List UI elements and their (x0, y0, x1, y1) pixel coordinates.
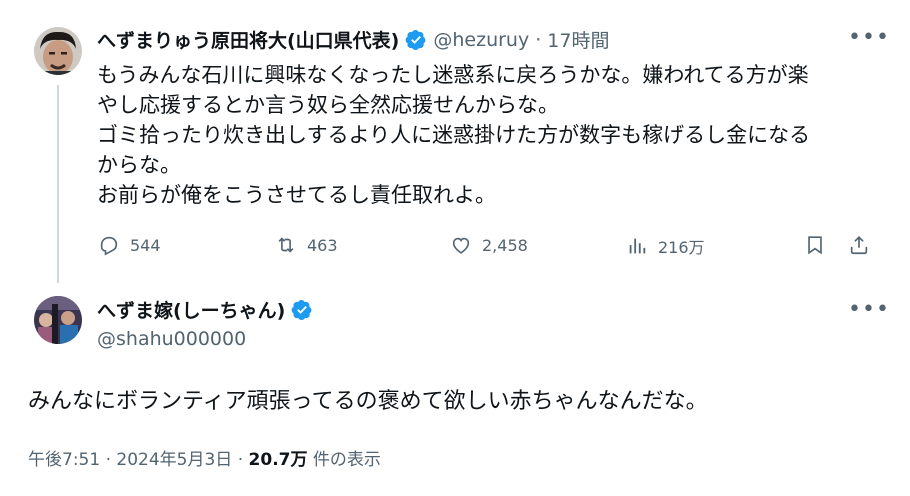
tweet1-handle[interactable]: @hezuruy (433, 29, 529, 51)
reply-button[interactable]: 544 (98, 234, 161, 256)
avatar-image (34, 296, 82, 344)
tweet2-view-label: 件の表示 (312, 450, 381, 470)
more-icon[interactable]: ••• (848, 299, 890, 321)
tweet2-handle[interactable]: @shahu000000 (97, 328, 246, 350)
like-count: 2,458 (482, 235, 528, 255)
tweet1-line-3: ゴミ拾ったり炊き出しするより人に迷惑掛けた方が数字も稼げるし金になる (97, 123, 811, 147)
bookmark-icon (808, 236, 822, 255)
tweet2-time[interactable]: 午後7:51 (28, 450, 100, 470)
meta-separator: · (105, 450, 111, 470)
tweet2-date[interactable]: 2024年5月3日 (116, 450, 232, 470)
like-icon (452, 237, 470, 254)
tweet1-header: へずまりゅう原田将大(山口県代表) @hezuruy · 17時間 (97, 26, 609, 53)
bookmark-button[interactable] (804, 234, 826, 260)
tweet1-line-4: からな。 (97, 153, 181, 177)
views-button[interactable]: 216万 (626, 234, 705, 258)
tweet1-line-1: もうみんな石川に興味なくなったし迷惑系に戻ろうかな。嫌われてる方が楽 (97, 63, 809, 87)
tweet1-time[interactable]: 17時間 (547, 26, 609, 53)
retweet-count: 463 (307, 235, 338, 255)
reply-count: 544 (130, 235, 161, 255)
more-icon[interactable]: ••• (848, 27, 890, 49)
views-count: 216万 (658, 238, 705, 257)
tweet2-author-name[interactable]: へずま嫁(しーちゃん) (97, 296, 285, 323)
tweet2-text: みんなにボランティア頑張ってるの褒めて欲しい赤ちゃんなんだな。 (28, 389, 708, 414)
verified-badge-icon[interactable] (291, 299, 313, 321)
meta-separator: · (237, 450, 244, 470)
tweet1-line-2: やし応援するとか言う奴ら全然応援せんからな。 (97, 93, 559, 117)
tweet2-meta: 午後7:51 · 2024年5月3日 · 20.7万 件の表示 (28, 445, 381, 470)
share-icon (850, 236, 868, 255)
share-button[interactable] (848, 234, 870, 260)
tweet1-body: もうみんな石川に興味なくなったし迷惑系に戻ろうかな。嫌われてる方が楽 やし応援す… (97, 60, 887, 210)
tweet1-author-name[interactable]: へずまりゅう原田将大(山口県代表) (97, 26, 399, 53)
retweet-button[interactable]: 463 (275, 234, 338, 256)
tweet1-separator: · (535, 28, 542, 51)
reply-icon (100, 236, 118, 256)
tweet2-header: へずま嫁(しーちゃん) (97, 296, 313, 323)
avatar-hezuruy[interactable] (34, 27, 82, 75)
tweet2-view-count: 20.7万 (248, 450, 308, 470)
avatar-image (34, 27, 82, 75)
views-icon (629, 238, 646, 254)
retweet-icon (278, 237, 294, 253)
tweet1-line-5: お前らが俺をこうさせてるし責任取れよ。 (97, 183, 496, 207)
avatar-shahu[interactable] (34, 296, 82, 344)
verified-badge-icon[interactable] (405, 29, 427, 51)
thread-connector-line (57, 85, 59, 283)
like-button[interactable]: 2,458 (450, 234, 528, 256)
